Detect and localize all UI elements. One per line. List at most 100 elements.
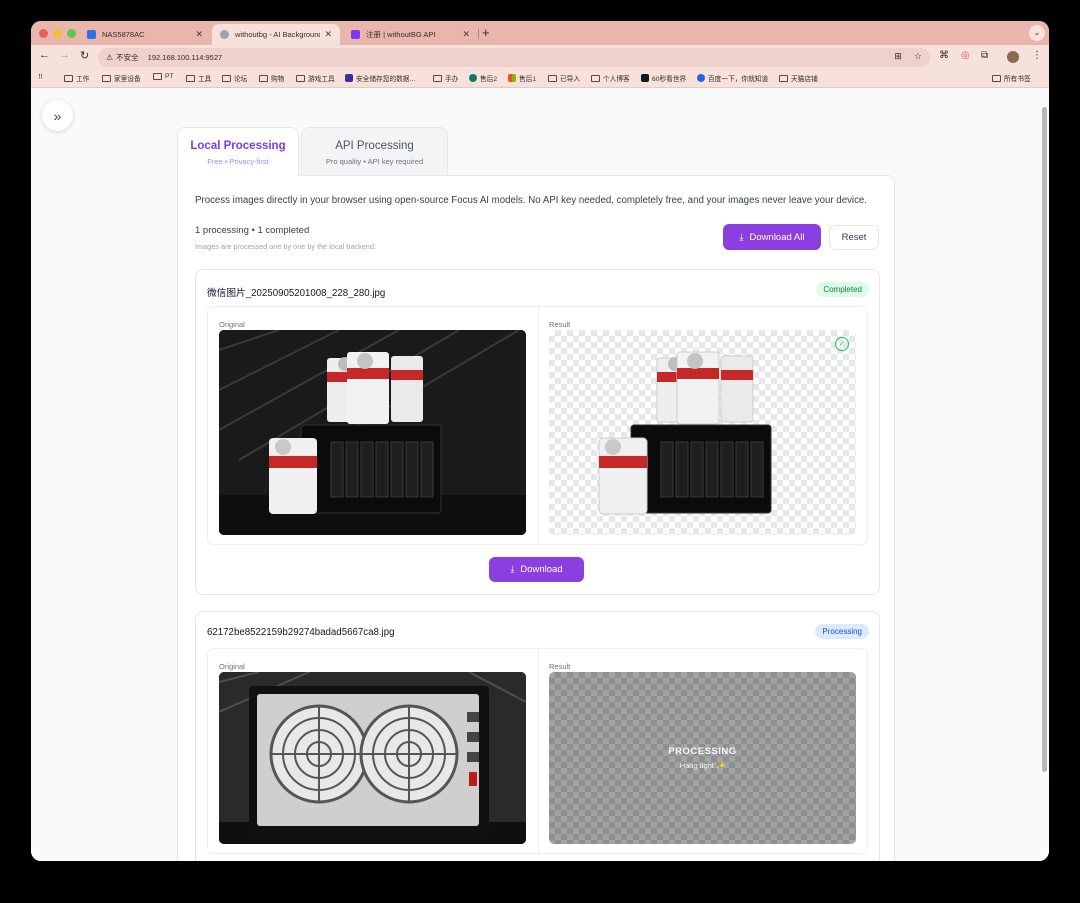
tab-separator [478,29,479,39]
bookmark-label: 工具 [198,76,212,83]
bookmark-label: 工作 [76,76,90,83]
nas-rear-photo-svg [219,672,526,844]
tab-strip: NAS5878AC ✕ withoutbg - AI Background R … [31,21,1049,45]
queue-note: Images are processed one by one by the l… [195,242,376,251]
file-name: 微信图片_20250905201008_228_280.jpg [207,288,386,299]
close-tab-icon[interactable]: ✕ [195,29,203,40]
bookmark-label: 游戏工具 [308,76,335,83]
bookmark-label: 60秒看世界 [652,76,687,83]
address-bar[interactable]: ⚠ 不安全 192.168.100.114:9527 ⊞ ☆ [98,48,930,67]
bookmark-item[interactable]: 安全储存您的数据... [345,73,415,83]
close-tab-icon[interactable]: ✕ [324,29,332,40]
translate-icon[interactable]: ⊞ [894,51,902,62]
bookmark-item[interactable]: 已导入 [548,73,580,83]
queue-status: 1 processing • 1 completed [195,225,310,236]
maximize-window-button[interactable] [67,29,76,38]
minimize-window-button[interactable] [53,29,62,38]
tab-title: 注册 | withoutBG API [366,30,436,39]
original-image[interactable] [219,672,526,844]
new-tab-button[interactable]: + [482,25,490,40]
folder-icon [222,74,231,82]
result-label: Result [549,662,571,671]
status-badge: Completed [816,282,869,297]
bookmark-label: 已导入 [560,76,581,83]
bookmark-item[interactable]: 售后2 [469,73,497,83]
bookmark-item[interactable]: 家里设备 [102,73,141,83]
browser-menu-icon[interactable]: ⋮ [1032,50,1042,61]
forward-icon[interactable]: → [59,49,70,61]
site-icon [641,74,649,82]
tab-local-processing[interactable]: Local Processing Free • Privacy-first [177,127,299,176]
folder-icon [992,74,1001,82]
reload-icon[interactable]: ↻ [80,49,89,62]
reset-button[interactable]: Reset [829,225,879,250]
page-content: » Local Processing Free • Privacy-first … [31,89,1049,861]
withoutbg-favicon-icon [351,30,360,39]
page-scrollbar[interactable] [1042,107,1047,772]
bookmark-star-icon[interactable]: ☆ [914,51,922,62]
bookmark-item[interactable]: 天猫店铺 [779,73,818,83]
bookmark-item[interactable]: 工具 [186,73,211,83]
all-bookmarks[interactable]: 所有书签 [992,73,1031,83]
bookmarks-bar: ⠿ 工作 家里设备 PT 工具 论坛 购物 游戏工具 安全储存您的数据... 手… [31,69,1049,88]
browser-tab-nas[interactable]: NAS5878AC ✕ [79,24,211,45]
browser-toolbar: ← → ↻ ⚠ 不安全 192.168.100.114:9527 ⊞ ☆ ⌘ ◎… [31,45,1049,69]
file-name: 62172be8522159b29274badad5667ca8.jpg [207,627,395,638]
tab-title: Local Processing [190,140,286,152]
bookmark-item[interactable]: 60秒看世界 [641,73,686,83]
bookmark-item[interactable]: 购物 [259,73,284,83]
bookmark-label: 手办 [445,76,459,83]
nas-cutout-svg [598,351,772,515]
tab-subtitle: Pro quality • API key required [325,157,424,166]
bookmark-item[interactable]: 手办 [433,73,458,83]
bookmark-item[interactable]: 论坛 [222,73,247,83]
comparison-panel: Original Result [207,306,868,545]
security-label[interactable]: 不安全 [116,52,139,63]
check-circle-icon: ✓ [835,337,849,351]
sidebar-toggle-button[interactable]: » [42,100,73,131]
result-image[interactable]: ✓ [549,330,856,535]
profile-avatar[interactable] [1007,51,1019,63]
extensions-puzzle-icon[interactable]: ⧉ [981,50,988,61]
extension-icon[interactable]: ⌘ [939,50,949,61]
apps-grid-icon[interactable]: ⠿ [38,73,43,81]
folder-icon [153,73,162,80]
processing-overlay: PROCESSING Hang tight ✨ [549,672,856,844]
download-icon: ⤓ [510,564,515,574]
folder-icon [779,74,788,82]
bookmark-label: 所有书签 [1004,76,1031,83]
tab-api-processing[interactable]: API Processing Pro quality • API key req… [301,127,448,175]
folder-icon [548,74,557,82]
original-image[interactable] [219,330,526,535]
bookmark-item[interactable]: 售后1 [508,73,536,83]
comparison-panel: Original Result [207,648,868,854]
bookmark-item[interactable]: 游戏工具 [296,73,335,83]
download-all-button[interactable]: ⤓ Download All [723,224,821,250]
browser-tab-register[interactable]: 注册 | withoutBG API ✕ [343,24,478,45]
microsoft-icon [508,74,516,82]
nas-photo-svg [219,330,526,535]
image-card: 微信图片_20250905201008_228_280.jpg Complete… [195,269,880,595]
local-processing-panel: Process images directly in your browser … [177,175,895,861]
download-button[interactable]: ⤓ Download [489,557,584,582]
result-label: Result [549,320,571,329]
tab-title: NAS5878AC [102,30,145,39]
browser-window: NAS5878AC ✕ withoutbg - AI Background R … [31,21,1049,861]
tab-search-button[interactable]: ⌄ [1029,25,1045,41]
folder-icon [296,74,305,82]
bookmark-item[interactable]: 个人博客 [591,73,630,83]
extension-2-icon[interactable]: ◎ [961,50,970,61]
button-label: Download [520,564,563,575]
double-chevron-right-icon: » [53,107,62,124]
bookmark-item[interactable]: 工作 [64,73,89,83]
bookmark-label: 家里设备 [114,76,141,83]
close-window-button[interactable] [39,29,48,38]
bookmark-item[interactable]: 百度一下，你就知道 [697,73,768,83]
browser-tab-withoutbg[interactable]: withoutbg - AI Background R ✕ [212,24,340,45]
close-tab-icon[interactable]: ✕ [462,29,470,40]
bookmark-item[interactable]: PT [153,73,174,80]
url-text[interactable]: 192.168.100.114:9527 [148,53,223,62]
baidu-icon [697,74,705,82]
back-icon[interactable]: ← [39,49,50,61]
site-icon [345,74,353,82]
